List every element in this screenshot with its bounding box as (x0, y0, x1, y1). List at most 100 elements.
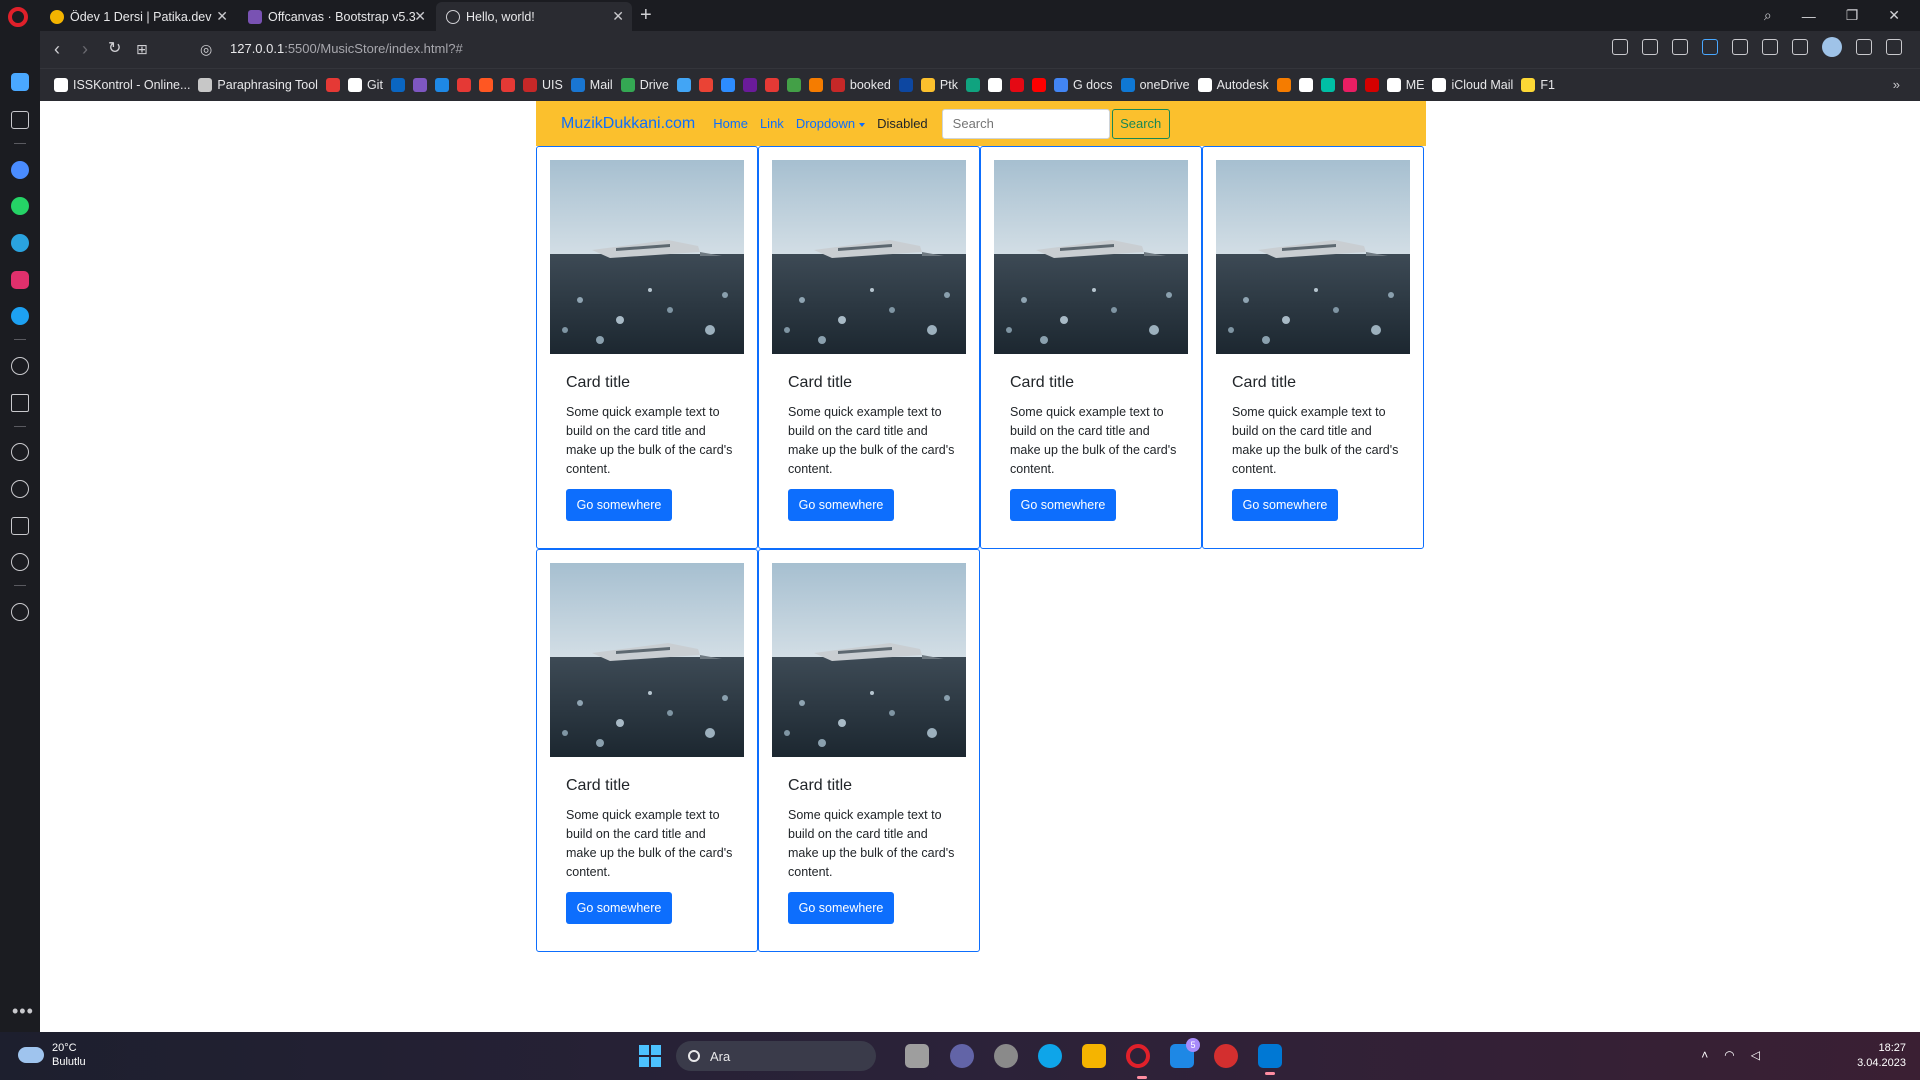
close-window-icon[interactable]: ✕ (1888, 7, 1900, 24)
bookmark-item[interactable] (456, 78, 471, 92)
search-input[interactable] (941, 108, 1110, 139)
bookmark-item[interactable] (1009, 78, 1024, 92)
find-icon[interactable] (1612, 39, 1628, 55)
whatsapp-icon[interactable] (11, 197, 29, 215)
bookmark-item[interactable]: Git (347, 78, 383, 92)
home-icon[interactable] (11, 73, 29, 91)
bookmark-item[interactable] (1320, 78, 1335, 92)
speed-dial-icon[interactable]: ⊞ (136, 39, 148, 59)
edge-icon[interactable] (1038, 1044, 1062, 1068)
send-flow-icon[interactable] (11, 394, 29, 412)
profile-avatar[interactable] (1822, 37, 1842, 57)
telegram-icon[interactable] (11, 234, 29, 252)
history-clock-icon[interactable] (11, 480, 29, 498)
bookmark-item[interactable]: ISSKontrol - Online... (54, 78, 190, 92)
send-icon[interactable] (1732, 39, 1748, 55)
bookmark-item[interactable] (987, 78, 1002, 92)
nav-link[interactable]: Link (760, 116, 784, 131)
tab-close-icon[interactable]: ✕ (612, 8, 624, 25)
bookmark-item[interactable] (808, 78, 823, 92)
minimize-icon[interactable]: — (1802, 8, 1816, 24)
new-tab-icon[interactable]: + (640, 4, 652, 27)
bookmark-item[interactable] (1342, 78, 1357, 92)
bookmark-item[interactable] (698, 78, 713, 92)
bookmark-item[interactable]: iCloud Mail (1432, 78, 1513, 92)
task-view-icon[interactable] (905, 1044, 929, 1068)
bookmark-item[interactable] (434, 78, 449, 92)
bookmark-item[interactable]: Mail (570, 78, 613, 92)
start-button[interactable] (639, 1045, 661, 1067)
more-dots-icon[interactable]: ••• (12, 1001, 34, 1022)
bookmark-item[interactable] (412, 78, 427, 92)
bookmark-item[interactable]: Drive (620, 78, 669, 92)
tab-hello-world[interactable]: Hello, world! ✕ (436, 2, 632, 31)
forward-icon[interactable]: › (82, 39, 88, 59)
search-tabs-icon[interactable]: ⌕ (1764, 7, 1772, 24)
bookmark-item[interactable]: ME (1386, 78, 1424, 92)
vscode-icon[interactable] (1258, 1044, 1282, 1075)
site-info-icon[interactable]: ◎ (200, 39, 212, 59)
extensions-icon[interactable] (11, 517, 29, 535)
bookmark-item[interactable]: oneDrive (1120, 78, 1190, 92)
mail-icon[interactable]: 5 (1170, 1038, 1200, 1068)
bookmark-item[interactable]: Ptk (920, 78, 958, 92)
bookmark-item[interactable] (390, 78, 405, 92)
go-somewhere-button[interactable]: Go somewhere (788, 892, 894, 924)
bookmark-item[interactable] (720, 78, 735, 92)
bookmark-item[interactable] (500, 78, 515, 92)
nav-dropdown[interactable]: Dropdown (796, 116, 866, 131)
lightbulb-icon[interactable] (11, 603, 29, 621)
bookmark-item[interactable] (1298, 78, 1313, 92)
bookmark-item[interactable]: booked (830, 78, 891, 92)
settings-icon[interactable] (994, 1044, 1018, 1068)
star-icon[interactable] (11, 111, 29, 129)
player-icon[interactable] (11, 357, 29, 375)
bookmark-item[interactable]: G docs (1053, 78, 1113, 92)
instagram-icon[interactable] (11, 271, 29, 289)
opera-logo-icon[interactable] (8, 7, 28, 27)
bookmark-item[interactable] (1031, 78, 1046, 92)
messenger-icon[interactable] (11, 161, 29, 179)
red-app-icon[interactable] (1214, 1044, 1238, 1068)
wifi-icon[interactable]: ◠ (1724, 1048, 1734, 1062)
chevron-up-icon[interactable]: ˄ (1701, 1048, 1708, 1062)
navbar-brand[interactable]: MuzikDukkani.com (561, 115, 695, 133)
tab-close-icon[interactable]: ✕ (216, 8, 228, 25)
reload-icon[interactable]: ↻ (108, 39, 121, 59)
nav-home[interactable]: Home (713, 116, 748, 131)
url-field[interactable]: 127.0.0.1:5500/MusicStore/index.html?# (230, 41, 463, 56)
bookmark-item[interactable] (1364, 78, 1379, 92)
bookmark-item[interactable] (1276, 78, 1291, 92)
tab-patika[interactable]: Ödev 1 Dersi | Patika.dev ✕ (40, 2, 236, 31)
bookmark-item[interactable] (965, 78, 980, 92)
go-somewhere-button[interactable]: Go somewhere (1232, 489, 1338, 521)
clock[interactable]: 18:27 3.04.2023 (1857, 1041, 1906, 1071)
extensions-cube-icon[interactable] (1792, 39, 1808, 55)
edit-icon[interactable] (1642, 39, 1658, 55)
bookmark-item[interactable] (676, 78, 691, 92)
heart-sidebar-icon[interactable] (11, 443, 29, 461)
heart-icon[interactable] (1762, 39, 1778, 55)
bookmark-item[interactable] (478, 78, 493, 92)
search-button[interactable]: Search (1111, 108, 1170, 139)
go-somewhere-button[interactable]: Go somewhere (566, 892, 672, 924)
download-icon[interactable] (1856, 39, 1872, 55)
bookmark-item[interactable] (764, 78, 779, 92)
teams-chat-icon[interactable] (950, 1044, 974, 1068)
bookmarks-more-icon[interactable]: » (1893, 77, 1900, 92)
bookmark-item[interactable] (786, 78, 801, 92)
bookmark-item[interactable]: Paraphrasing Tool (198, 78, 318, 92)
opera-taskbar-icon[interactable] (1126, 1044, 1150, 1079)
bookmark-item[interactable] (898, 78, 913, 92)
go-somewhere-button[interactable]: Go somewhere (788, 489, 894, 521)
vpn-shield-icon[interactable] (1702, 39, 1718, 55)
volume-icon[interactable]: ◁ (1751, 1048, 1760, 1062)
file-explorer-icon[interactable] (1082, 1044, 1106, 1068)
bookmark-item[interactable] (742, 78, 757, 92)
tab-bootstrap[interactable]: Offcanvas · Bootstrap v5.3 ✕ (238, 2, 434, 31)
bookmark-item[interactable]: Autodesk (1197, 78, 1269, 92)
tab-close-icon[interactable]: ✕ (414, 8, 426, 25)
taskbar-search[interactable]: Ara (676, 1041, 876, 1071)
back-icon[interactable]: ‹ (54, 39, 60, 59)
bookmark-item[interactable] (325, 78, 340, 92)
